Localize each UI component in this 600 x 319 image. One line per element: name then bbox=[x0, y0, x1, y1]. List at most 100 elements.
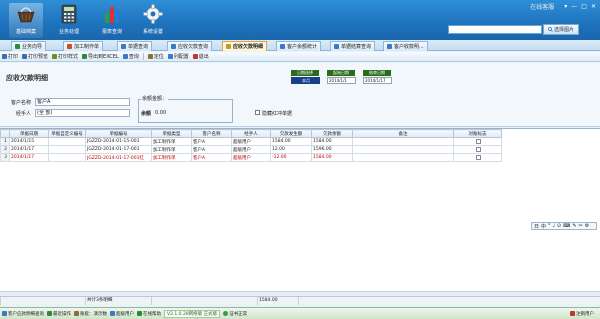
help-icon bbox=[137, 311, 142, 316]
handler-select[interactable]: (全 部) bbox=[35, 109, 130, 117]
maximize-icon[interactable]: □ bbox=[581, 3, 587, 10]
tab-label: 业务向导 bbox=[22, 44, 43, 50]
ribbon-settings-button[interactable]: 系统设置 bbox=[136, 3, 170, 38]
totals-label: 共计3条明细 bbox=[85, 297, 151, 305]
ime-emoji-icon[interactable]: ⊙ bbox=[557, 223, 561, 229]
toolbar-label: 打印预览 bbox=[28, 54, 49, 60]
logout-icon bbox=[570, 311, 575, 316]
detail-grid: 单据日期 单据自定义编号 单据编号 单据类型 客户名称 经手人 欠款发生额 欠款… bbox=[0, 128, 600, 291]
table-row[interactable]: 1 2014/1/15 JGZZD-2014-01-15-001 加工制作单 客… bbox=[0, 137, 502, 146]
locate-button[interactable]: 定位 bbox=[147, 53, 164, 60]
filter-form: 应收欠款明细 日期选择 起始日期 结束日期 本月 2014/1/1 2014/1… bbox=[0, 63, 600, 127]
customer-label: 客户名称 bbox=[11, 100, 32, 106]
date-range-select[interactable]: 本月 bbox=[291, 77, 320, 84]
gear-icon bbox=[143, 4, 163, 24]
cell-type: 加工制作单 bbox=[151, 153, 192, 162]
ribbon-label: 业务处理 bbox=[58, 29, 79, 35]
ime-logo-icon[interactable]: 日 bbox=[534, 223, 539, 230]
column-header[interactable]: 单据自定义编号 bbox=[48, 129, 86, 138]
print-button[interactable]: 打印 bbox=[2, 53, 18, 60]
close-icon[interactable]: ✕ bbox=[591, 3, 596, 10]
query-button[interactable]: 查询 bbox=[122, 53, 139, 60]
column-header[interactable]: 单据类型 bbox=[151, 129, 192, 138]
export-excel-button[interactable]: 导出到EXCEL bbox=[82, 53, 119, 60]
toolbar-divider bbox=[142, 53, 144, 60]
column-config-button[interactable]: 列配置 bbox=[167, 53, 189, 60]
ime-settings-icon[interactable]: ⚙ bbox=[585, 223, 589, 229]
column-header[interactable]: 欠款余额 bbox=[311, 129, 353, 138]
page-icon bbox=[2, 311, 7, 316]
ime-handwrite-icon[interactable]: ✎ bbox=[572, 223, 576, 229]
hide-red-checkbox[interactable] bbox=[255, 110, 260, 115]
ime-keyboard-icon[interactable]: ⌨ bbox=[563, 223, 570, 229]
reconcile-checkbox[interactable] bbox=[475, 138, 481, 144]
search-input[interactable] bbox=[448, 25, 542, 34]
cell-balance: 1584.00 bbox=[311, 137, 353, 146]
totals-spacer bbox=[298, 297, 450, 305]
toolbar-label: 列配置 bbox=[173, 54, 189, 60]
column-header[interactable]: 客户名称 bbox=[191, 129, 232, 138]
ribbon-business-button[interactable]: 业务处理 bbox=[52, 3, 86, 38]
cell-doc-no: JGZZD-2014-01-15-001 bbox=[85, 137, 152, 146]
print-style-button[interactable]: 打印样式 bbox=[52, 53, 78, 60]
balance-group bbox=[138, 99, 233, 123]
column-header[interactable]: 备注 bbox=[352, 129, 454, 138]
tab-label: 客户余额统计 bbox=[287, 44, 318, 50]
online-service-link[interactable]: 在线客服 bbox=[530, 2, 554, 11]
search-icon bbox=[122, 54, 128, 59]
cell-reconcile bbox=[453, 137, 502, 146]
ime-chinese-icon[interactable]: 中 bbox=[541, 223, 546, 230]
column-header[interactable]: 对账标志 bbox=[453, 129, 502, 138]
row-number: 1 bbox=[0, 137, 10, 146]
tab-receivable-detail[interactable]: 应收欠款明细 bbox=[222, 41, 268, 51]
status-current-page[interactable]: 客户应款明细查询 bbox=[2, 311, 44, 317]
column-header[interactable]: 欠款发生额 bbox=[270, 129, 312, 138]
minimize-icon[interactable]: — bbox=[571, 3, 577, 10]
cell-amount: 1584.00 bbox=[270, 137, 312, 146]
cell-balance: 1584.00 bbox=[311, 153, 353, 162]
ribbon-basic-archive-button[interactable]: 基础档案 bbox=[9, 3, 43, 38]
column-header[interactable]: 单据日期 bbox=[9, 129, 49, 138]
tab-customer-receipt[interactable]: 客户收款明... bbox=[383, 41, 428, 51]
search-button[interactable]: 选择图片 bbox=[543, 24, 579, 35]
status-bar: 客户应款明细查询 最近操作 账套：演示数 超级用户 在线帮助 V2.1.0.28… bbox=[0, 307, 600, 319]
calculator-icon bbox=[61, 4, 77, 24]
recent-icon bbox=[47, 311, 52, 316]
ime-tool-icon[interactable]: ✂ bbox=[579, 223, 583, 229]
cell-customer: 客户A bbox=[191, 137, 232, 146]
tab-receivable-query[interactable]: 应收欠款查询 bbox=[167, 41, 213, 51]
tab-customer-balance[interactable]: 客户余额统计 bbox=[276, 41, 322, 51]
tab-wizard[interactable]: 业务向导 bbox=[11, 41, 47, 51]
ribbon-report-button[interactable]: 报表查询 bbox=[95, 3, 129, 38]
ime-toolbar: 日 中 ° ♩ ⊙ ⌨ ✎ ✂ ⚙ bbox=[531, 222, 597, 230]
end-date-field[interactable]: 2014/1/17 bbox=[363, 77, 392, 84]
customer-field[interactable]: 客户A bbox=[35, 98, 130, 106]
column-header[interactable]: 单据编号 bbox=[85, 129, 152, 138]
locate-icon bbox=[147, 54, 153, 59]
cell-remark bbox=[352, 145, 454, 154]
tab-document-query[interactable]: 单据查询 bbox=[117, 41, 153, 51]
toolbar-label: 打印 bbox=[8, 54, 19, 60]
status-label: 在线帮助 bbox=[143, 311, 161, 317]
dropdown-icon[interactable]: ▾ bbox=[564, 3, 567, 10]
table-row[interactable]: 3 2014/1/17 JGZZD-2014-01-17-001红 加工制作单 … bbox=[0, 153, 502, 162]
table-row[interactable]: 2 2014/1/17 JGZZD-2014-01-17-001 加工制作单 客… bbox=[0, 145, 502, 154]
ime-voice-icon[interactable]: ♩ bbox=[553, 223, 555, 229]
cell-custom-no bbox=[48, 153, 86, 162]
status-label: 客户应款明细查询 bbox=[8, 311, 44, 317]
status-recent[interactable]: 最近操作 bbox=[47, 311, 71, 317]
toolbar-label: 定位 bbox=[153, 54, 164, 60]
status-help[interactable]: 在线帮助 bbox=[137, 311, 161, 317]
tab-processing-order[interactable]: 加工制作单 bbox=[63, 41, 104, 51]
cell-amount: 12.00 bbox=[270, 145, 312, 154]
tab-settlement-query[interactable]: 单据结算查询 bbox=[330, 41, 376, 51]
ime-punct-icon[interactable]: ° bbox=[548, 223, 551, 229]
print-preview-button[interactable]: 打印预览 bbox=[22, 53, 48, 60]
logout-button[interactable]: 注销用户 bbox=[570, 311, 594, 317]
window-controls: 在线客服 ▾ — □ ✕ bbox=[530, 2, 596, 11]
column-header[interactable]: 经手人 bbox=[231, 129, 271, 138]
start-date-field[interactable]: 2014/1/1 bbox=[327, 77, 356, 84]
reconcile-checkbox[interactable] bbox=[475, 146, 481, 152]
reconcile-checkbox[interactable] bbox=[475, 154, 481, 160]
exit-button[interactable]: 退出 bbox=[192, 53, 209, 60]
